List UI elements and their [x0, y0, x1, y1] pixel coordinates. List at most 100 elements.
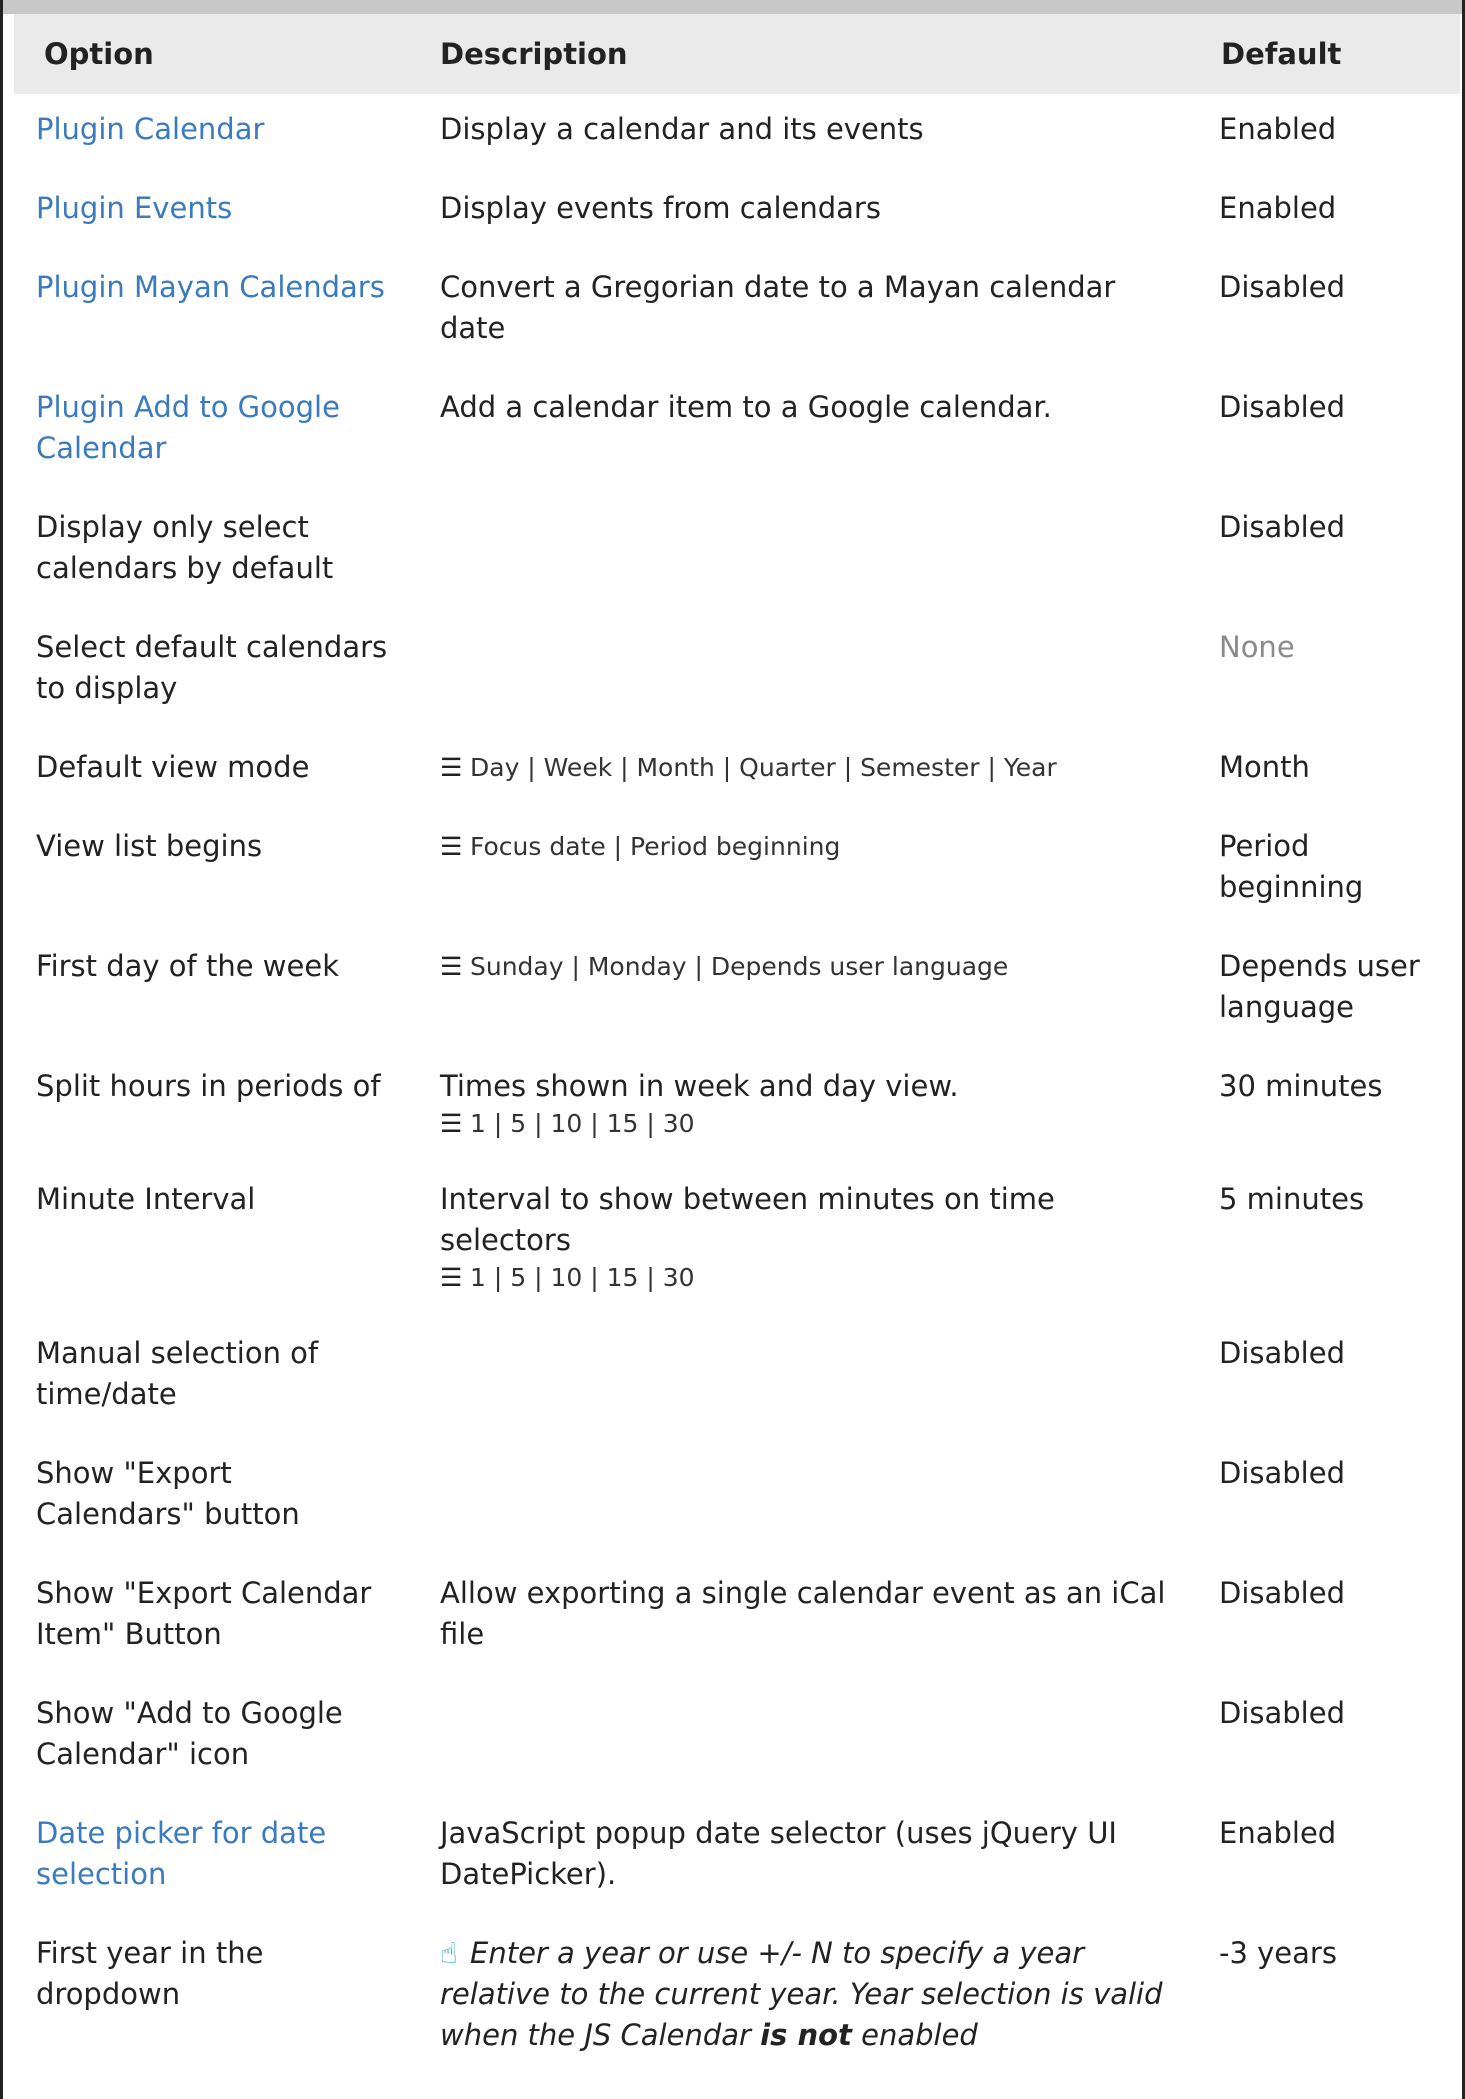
- option-link[interactable]: Plugin Mayan Calendars: [36, 270, 385, 304]
- options-list: ☰ Day | Week | Month | Quarter | Semester…: [440, 751, 1177, 785]
- table-row: First day of the week ☰ Sunday | Monday | …: [14, 931, 1460, 1051]
- description-cell: Display events from calendars: [418, 173, 1199, 252]
- option-label: Display only select calendars by default: [36, 510, 334, 585]
- default-cell: -3 years: [1199, 1918, 1460, 2079]
- header-default: Default: [1221, 37, 1342, 71]
- table-row: Plugin Events Display events from calenda…: [14, 173, 1460, 252]
- table-row: First year in the dropdown ☝ Enter a year …: [14, 1918, 1460, 2079]
- option-cell: Select default calendars to display: [14, 612, 418, 732]
- description-cell: [418, 492, 1199, 612]
- default-value: Disabled: [1219, 1336, 1345, 1370]
- table-row: Plugin Add to Google Calendar Add a calen…: [14, 372, 1460, 492]
- option-label: View list begins: [36, 829, 263, 863]
- page-frame: Option Description Default Plugin Calend…: [0, 0, 1465, 2099]
- default-cell: Disabled: [1199, 1678, 1460, 1798]
- help-text-after: enabled: [851, 2018, 978, 2052]
- description-cell: Add a calendar item to a Google calendar…: [418, 372, 1199, 492]
- header-description: Description: [440, 37, 628, 71]
- default-value: Depends user language: [1219, 949, 1420, 1024]
- default-value: -3 years: [1219, 1936, 1337, 1970]
- options-list: ☰ Focus date | Period beginning: [440, 830, 1177, 864]
- option-label: Show "Add to Google Calendar" icon: [36, 1696, 343, 1771]
- description-text: Display events from calendars: [440, 191, 881, 225]
- default-cell: Enabled: [1199, 94, 1460, 173]
- default-cell: Disabled: [1199, 252, 1460, 372]
- description-cell: ☰ Sunday | Monday | Depends user language: [418, 931, 1199, 1051]
- description-cell: JavaScript popup date selector (uses jQu…: [418, 1798, 1199, 1918]
- default-cell: Disabled: [1199, 1438, 1460, 1558]
- list-icon: ☰: [440, 952, 463, 981]
- option-cell: Split hours in periods of: [14, 1051, 418, 1164]
- option-cell: Plugin Add to Google Calendar: [14, 372, 418, 492]
- table-row: Manual selection of time/date Disabled: [14, 1318, 1460, 1438]
- option-label: First year in the dropdown: [36, 1936, 264, 2011]
- table-row: Plugin Mayan Calendars Convert a Gregoria…: [14, 252, 1460, 372]
- description-cell: [418, 1678, 1199, 1798]
- default-value: Enabled: [1219, 1816, 1337, 1850]
- description-cell: Times shown in week and day view. ☰ 1 | 5 …: [418, 1051, 1199, 1164]
- table-row: Show "Export Calendars" button Disabled: [14, 1438, 1460, 1558]
- table-row: Select default calendars to display None: [14, 612, 1460, 732]
- table-header: Option Description Default: [14, 14, 1460, 94]
- option-cell: Plugin Mayan Calendars: [14, 252, 418, 372]
- option-cell: Plugin Calendar: [14, 94, 418, 173]
- table-row: Show "Export Calendar Item" Button Allow …: [14, 1558, 1460, 1678]
- description-text: Add a calendar item to a Google calendar…: [440, 390, 1052, 424]
- option-cell: First year in the dropdown: [14, 1918, 418, 2079]
- default-value: 5 minutes: [1219, 1182, 1365, 1216]
- list-icon: ☰: [440, 1263, 463, 1292]
- table-row: Split hours in periods of Times shown in …: [14, 1051, 1460, 1164]
- default-cell: Enabled: [1199, 173, 1460, 252]
- default-cell: 30 minutes: [1199, 1051, 1460, 1164]
- description-cell: ☰ Day | Week | Month | Quarter | Semester…: [418, 732, 1199, 811]
- default-cell: Disabled: [1199, 1318, 1460, 1438]
- description-cell: Convert a Gregorian date to a Mayan cale…: [418, 252, 1199, 372]
- option-link[interactable]: Plugin Add to Google Calendar: [36, 390, 340, 465]
- option-cell: View list begins: [14, 811, 418, 931]
- description-cell: Allow exporting a single calendar event …: [418, 1558, 1199, 1678]
- option-label: Default view mode: [36, 750, 310, 784]
- description-cell: Display a calendar and its events: [418, 94, 1199, 173]
- table-row: Plugin Calendar Display a calendar and it…: [14, 94, 1460, 173]
- option-label: Show "Export Calendars" button: [36, 1456, 300, 1531]
- options-list-text: Focus date | Period beginning: [470, 832, 841, 861]
- default-cell: None: [1199, 612, 1460, 732]
- table-row: Date picker for date selection JavaScript…: [14, 1798, 1460, 1918]
- default-value: Disabled: [1219, 270, 1345, 304]
- option-label: Select default calendars to display: [36, 630, 388, 705]
- default-value: Enabled: [1219, 112, 1337, 146]
- options-list-text: Day | Week | Month | Quarter | Semester …: [470, 753, 1057, 782]
- default-value: Enabled: [1219, 191, 1337, 225]
- description-cell: ☝ Enter a year or use +/- N to specify a …: [418, 1918, 1199, 2079]
- option-label: Manual selection of time/date: [36, 1336, 319, 1411]
- table-row: Minute Interval Interval to show between …: [14, 1164, 1460, 1318]
- help-text-emphasis: is not: [760, 2018, 852, 2052]
- left-border: [0, 0, 3, 2099]
- default-cell: Depends user language: [1199, 931, 1460, 1051]
- option-label: Split hours in periods of: [36, 1069, 381, 1103]
- default-cell: 5 minutes: [1199, 1164, 1460, 1318]
- options-list: ☰ 1 | 5 | 10 | 15 | 30: [440, 1107, 1177, 1141]
- options-list-text: Sunday | Monday | Depends user language: [470, 952, 1009, 981]
- options-list-text: 1 | 5 | 10 | 15 | 30: [470, 1109, 695, 1138]
- description-cell: [418, 1318, 1199, 1438]
- description-text: Allow exporting a single calendar event …: [440, 1576, 1166, 1651]
- option-cell: Date picker for date selection: [14, 1798, 418, 1918]
- description-cell: ☰ Focus date | Period beginning: [418, 811, 1199, 931]
- option-cell: Show "Add to Google Calendar" icon: [14, 1678, 418, 1798]
- list-icon: ☰: [440, 832, 463, 861]
- description-text: Display a calendar and its events: [440, 112, 924, 146]
- default-cell: Disabled: [1199, 372, 1460, 492]
- option-cell: Default view mode: [14, 732, 418, 811]
- option-link[interactable]: Plugin Events: [36, 191, 232, 225]
- option-link[interactable]: Date picker for date selection: [36, 1816, 326, 1891]
- options-list: ☰ Sunday | Monday | Depends user language: [440, 950, 1177, 984]
- table-row: Show "Add to Google Calendar" icon Disabl…: [14, 1678, 1460, 1798]
- description-text: Convert a Gregorian date to a Mayan cale…: [440, 270, 1116, 345]
- description-cell: Interval to show between minutes on time…: [418, 1164, 1199, 1318]
- option-link[interactable]: Plugin Calendar: [36, 112, 264, 146]
- default-value: Month: [1219, 750, 1310, 784]
- description-text: Times shown in week and day view.: [440, 1069, 959, 1103]
- table-row: Default view mode ☰ Day | Week | Month | Q…: [14, 732, 1460, 811]
- default-value: None: [1219, 630, 1295, 664]
